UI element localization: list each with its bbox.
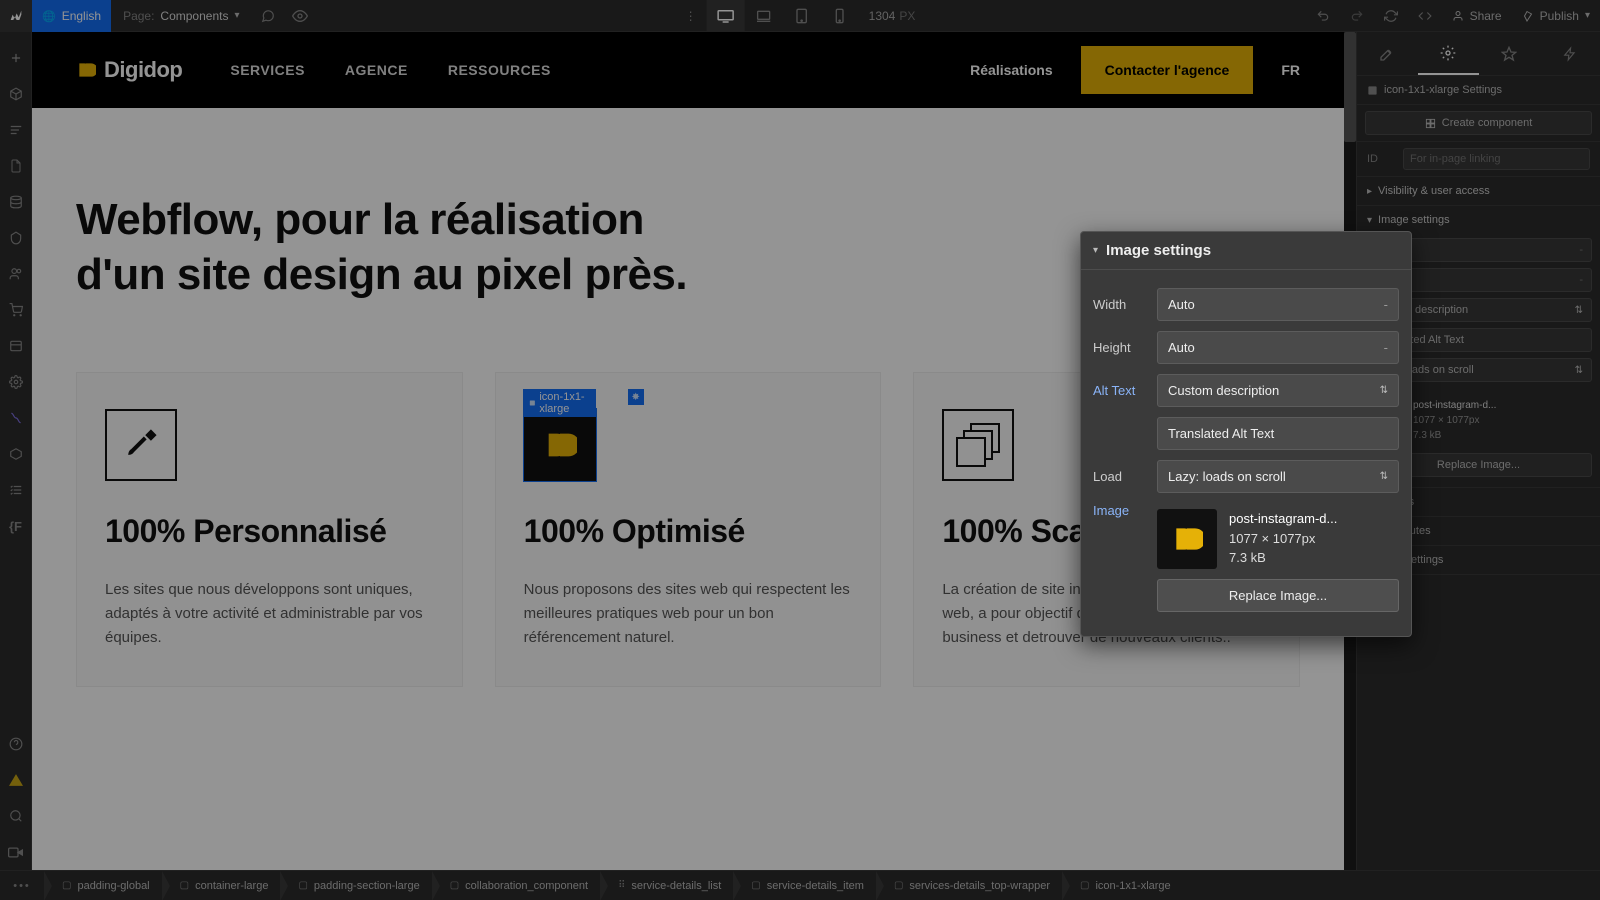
- webflow-logo[interactable]: [0, 0, 32, 32]
- image-thumbnail[interactable]: [1157, 509, 1217, 569]
- hero-heading: Webflow, pour la réalisation d'un site d…: [76, 192, 687, 302]
- language-label: English: [62, 9, 101, 23]
- canvas-size-readout[interactable]: 1304 PX: [859, 9, 926, 23]
- popover-title: Image settings: [1106, 242, 1211, 259]
- audit-icon[interactable]: [0, 472, 32, 508]
- width-input[interactable]: Auto-: [1157, 288, 1399, 321]
- language-fr[interactable]: FR: [1281, 62, 1300, 78]
- site-navbar: Digidop SERVICES AGENCE RESSOURCES Réali…: [32, 32, 1344, 108]
- image-filename: post-instagram-d...: [1229, 509, 1337, 529]
- chevron-down-icon[interactable]: ▾: [1093, 245, 1098, 256]
- undo-icon[interactable]: [1306, 0, 1340, 32]
- selection-gear-icon[interactable]: ✸: [628, 389, 644, 405]
- tab-style[interactable]: [1357, 32, 1418, 75]
- image-filesize: 7.3 kB: [1229, 548, 1337, 568]
- brand-mark-icon: [76, 60, 96, 80]
- device-tablet[interactable]: [783, 0, 821, 32]
- navigator-icon[interactable]: [0, 112, 32, 148]
- breadcrumb-item[interactable]: ▢icon-1x1-xlarge: [1062, 871, 1183, 900]
- nav-link[interactable]: AGENCE: [345, 62, 408, 78]
- alt-mode-select[interactable]: Custom description⇅: [1157, 374, 1399, 407]
- menu-dots-icon[interactable]: ⋮: [675, 0, 707, 32]
- preview-eye-icon[interactable]: [284, 0, 316, 32]
- sync-icon[interactable]: [1374, 0, 1408, 32]
- right-panel-tabs: [1357, 32, 1600, 76]
- breadcrumb-item[interactable]: ▢service-details_item: [733, 871, 876, 900]
- triangle-icon[interactable]: [0, 762, 32, 798]
- selection-badge[interactable]: icon-1x1-xlarge: [523, 389, 596, 417]
- create-component-button[interactable]: Create component: [1365, 111, 1592, 135]
- tab-interactions[interactable]: [1539, 32, 1600, 75]
- card-title: 100% Personnalisé: [105, 513, 434, 550]
- ecommerce-icon[interactable]: [0, 220, 32, 256]
- assets-icon[interactable]: [0, 292, 32, 328]
- users-icon[interactable]: [0, 256, 32, 292]
- id-row: ID: [1357, 142, 1600, 176]
- language-selector[interactable]: English: [32, 0, 111, 32]
- card-body: Les sites que nous développons sont uniq…: [105, 578, 434, 650]
- help-icon[interactable]: [0, 726, 32, 762]
- device-desktop-large[interactable]: [707, 0, 745, 32]
- breadcrumb-more[interactable]: •••: [0, 880, 44, 892]
- nav-link-realisations[interactable]: Réalisations: [970, 62, 1052, 78]
- tab-style-manager[interactable]: [1479, 32, 1540, 75]
- feature-card: icon-1x1-xlarge ✸ 100% Optimisé Nous pro…: [495, 372, 882, 687]
- device-mobile[interactable]: [821, 0, 859, 32]
- tab-settings[interactable]: [1418, 32, 1479, 75]
- device-desktop[interactable]: [745, 0, 783, 32]
- id-input[interactable]: [1403, 148, 1590, 170]
- left-tool-rail: {F: [0, 32, 32, 870]
- apps-icon[interactable]: [0, 436, 32, 472]
- stack-icon: [942, 409, 1014, 481]
- breadcrumb-item[interactable]: ▢container-large: [162, 871, 281, 900]
- breadcrumb-item[interactable]: ▢padding-section-large: [280, 871, 431, 900]
- breadcrumb-item[interactable]: ▢padding-global: [44, 871, 162, 900]
- video-icon[interactable]: [0, 834, 32, 870]
- logic-icon[interactable]: [0, 400, 32, 436]
- breadcrumb-item[interactable]: ▢services-details_top-wrapper: [876, 871, 1062, 900]
- section-visibility[interactable]: ▸Visibility & user access: [1357, 176, 1600, 205]
- image-settings-popover: ▾ Image settings Width Auto- Height Auto…: [1080, 231, 1412, 637]
- share-button[interactable]: Share: [1442, 0, 1512, 32]
- publish-button[interactable]: Publish ▾: [1512, 0, 1600, 32]
- breadcrumb-item[interactable]: ▢collaboration_component: [432, 871, 600, 900]
- redo-icon[interactable]: [1340, 0, 1374, 32]
- card-title: 100% Optimisé: [524, 513, 853, 550]
- brand-logo[interactable]: Digidop: [76, 57, 182, 83]
- variables-icon[interactable]: {F: [0, 508, 32, 544]
- settings-gear-icon[interactable]: [0, 364, 32, 400]
- breadcrumb-bar: ••• ▢padding-global ▢container-large ▢pa…: [0, 870, 1600, 900]
- contact-cta-button[interactable]: Contacter l'agence: [1081, 46, 1254, 94]
- backup-icon[interactable]: [0, 328, 32, 364]
- replace-image-button[interactable]: Replace Image...: [1157, 579, 1399, 612]
- page-selector[interactable]: Page: Components ▾: [111, 9, 251, 23]
- chevron-down-icon: ▾: [234, 10, 239, 21]
- add-element-icon[interactable]: [0, 40, 32, 76]
- nav-link[interactable]: SERVICES: [230, 62, 305, 78]
- code-export-icon[interactable]: [1408, 0, 1442, 32]
- primary-nav: SERVICES AGENCE RESSOURCES: [230, 62, 550, 78]
- nav-link[interactable]: RESSOURCES: [448, 62, 551, 78]
- globe-icon: [42, 9, 56, 23]
- height-input[interactable]: Auto-: [1157, 331, 1399, 364]
- load-select[interactable]: Lazy: loads on scroll⇅: [1157, 460, 1399, 493]
- selection-heading: icon-1x1-xlarge Settings: [1357, 76, 1600, 105]
- device-switcher: ⋮ 1304 PX: [675, 0, 926, 32]
- cube-icon[interactable]: [0, 76, 32, 112]
- comments-icon[interactable]: [252, 0, 284, 32]
- alt-text-input[interactable]: Translated Alt Text: [1157, 417, 1399, 450]
- cms-icon[interactable]: [0, 184, 32, 220]
- image-dimensions: 1077 × 1077px: [1229, 529, 1337, 549]
- feature-card: 100% Personnalisé Les sites que nous dév…: [76, 372, 463, 687]
- breadcrumb-item[interactable]: ⠿service-details_list: [600, 871, 733, 900]
- top-toolbar: English Page: Components ▾ ⋮ 1304 PX: [0, 0, 1600, 32]
- chevron-down-icon: ▾: [1585, 10, 1590, 21]
- brush-icon: [105, 409, 177, 481]
- section-image-settings[interactable]: ▾Image settings: [1357, 205, 1600, 234]
- pages-icon[interactable]: [0, 148, 32, 184]
- search-icon[interactable]: [0, 798, 32, 834]
- card-body: Nous proposons des sites web qui respect…: [524, 578, 853, 650]
